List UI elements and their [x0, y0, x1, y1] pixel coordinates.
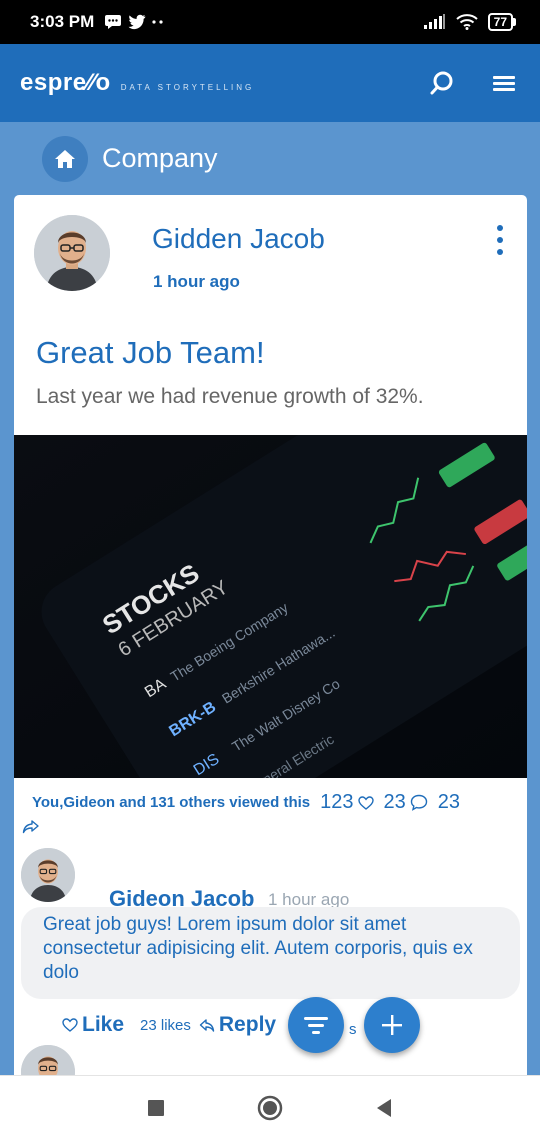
- comment-bubble-icon[interactable]: [410, 794, 428, 811]
- menu-button[interactable]: [488, 67, 520, 99]
- post-title: Great Job Team!: [36, 335, 265, 370]
- commenter-avatar[interactable]: [21, 848, 75, 902]
- reply-icon: [199, 1019, 215, 1032]
- post-header: Gidden Jacob 1 hour ago: [14, 195, 527, 310]
- reply-button[interactable]: Reply: [199, 1013, 276, 1037]
- comment-likes-count: 23 likes: [140, 1016, 191, 1034]
- likes-count: 23: [383, 791, 406, 813]
- battery-indicator: 77: [487, 13, 516, 31]
- obscured-label: s: [349, 1021, 357, 1038]
- avatar-portrait: [21, 848, 75, 902]
- logo-tagline: DATA STORYTELLING: [120, 83, 255, 92]
- likes-stat: 23: [384, 791, 428, 814]
- home-button[interactable]: [42, 135, 88, 182]
- reply-avatar[interactable]: [21, 1045, 75, 1075]
- views-text[interactable]: You,Gideon and 131 others viewed this: [32, 794, 310, 811]
- comments-count: 23: [437, 791, 460, 813]
- breadcrumb: Company: [0, 122, 540, 195]
- like-label: Like: [82, 1013, 125, 1036]
- logo-text: espre∕∕o: [20, 69, 111, 96]
- post-time: 1 hour ago: [153, 272, 240, 291]
- stocks-phone-photo: STOCKS 6 FEBRUARY BA The Boeing Company …: [14, 435, 527, 778]
- home-icon: [55, 149, 75, 168]
- post-options-button[interactable]: [487, 223, 513, 257]
- app-logo[interactable]: espre∕∕o DATA STORYTELLING: [20, 69, 254, 97]
- search-button[interactable]: [426, 67, 458, 99]
- search-icon: [430, 71, 453, 95]
- signal-icon: [423, 14, 445, 29]
- battery-level: 77: [493, 15, 507, 29]
- engagement-row: You,Gideon and 131 others viewed this 12…: [32, 791, 460, 814]
- post-image[interactable]: STOCKS 6 FEBRUARY BA The Boeing Company …: [14, 435, 527, 778]
- post-body: Last year we had revenue growth of 32%.: [36, 385, 424, 408]
- comment-actions: Like 23 likes Reply: [62, 1013, 276, 1037]
- heart-icon: [62, 1018, 78, 1032]
- author-name[interactable]: Gidden Jacob: [152, 223, 325, 255]
- plus-icon: [382, 1015, 402, 1035]
- views-stat: 123: [320, 791, 374, 814]
- heart-icon[interactable]: [357, 795, 374, 810]
- system-nav-bar: [0, 1075, 540, 1140]
- like-comment-button[interactable]: Like: [62, 1013, 124, 1037]
- avatar-portrait: [34, 215, 110, 291]
- comment-text: Great job guys! Lorem ipsum dolor sit am…: [43, 914, 473, 983]
- filter-icon: [304, 1017, 328, 1034]
- status-bar: 3:03 PM 77: [0, 0, 540, 44]
- views-count: 123: [320, 791, 354, 813]
- status-time: 3:03 PM: [30, 12, 95, 31]
- wifi-icon: [455, 14, 478, 30]
- post-card: Gidden Jacob 1 hour ago Great Job Team! …: [14, 195, 527, 1075]
- share-icon[interactable]: [22, 819, 40, 835]
- home-nav-icon[interactable]: [257, 1095, 283, 1121]
- notification-icons: [104, 14, 164, 30]
- breadcrumb-label[interactable]: Company: [102, 143, 218, 174]
- author-avatar[interactable]: [34, 215, 110, 291]
- more-dots-icon: [152, 20, 163, 24]
- hamburger-menu-icon: [493, 76, 515, 91]
- add-post-button[interactable]: [364, 997, 420, 1053]
- reply-label: Reply: [218, 1013, 277, 1036]
- avatar-portrait: [21, 1045, 75, 1075]
- more-vert-icon: [497, 225, 503, 231]
- comment-bubble: Great job guys! Lorem ipsum dolor sit am…: [21, 907, 520, 999]
- filter-button[interactable]: [288, 997, 344, 1053]
- comments-stat: 23: [438, 791, 460, 814]
- back-icon[interactable]: [375, 1098, 393, 1118]
- twitter-icon: [128, 14, 146, 30]
- message-icon: [105, 15, 122, 29]
- app-bar: espre∕∕o DATA STORYTELLING: [0, 44, 540, 122]
- recents-icon[interactable]: [147, 1099, 165, 1117]
